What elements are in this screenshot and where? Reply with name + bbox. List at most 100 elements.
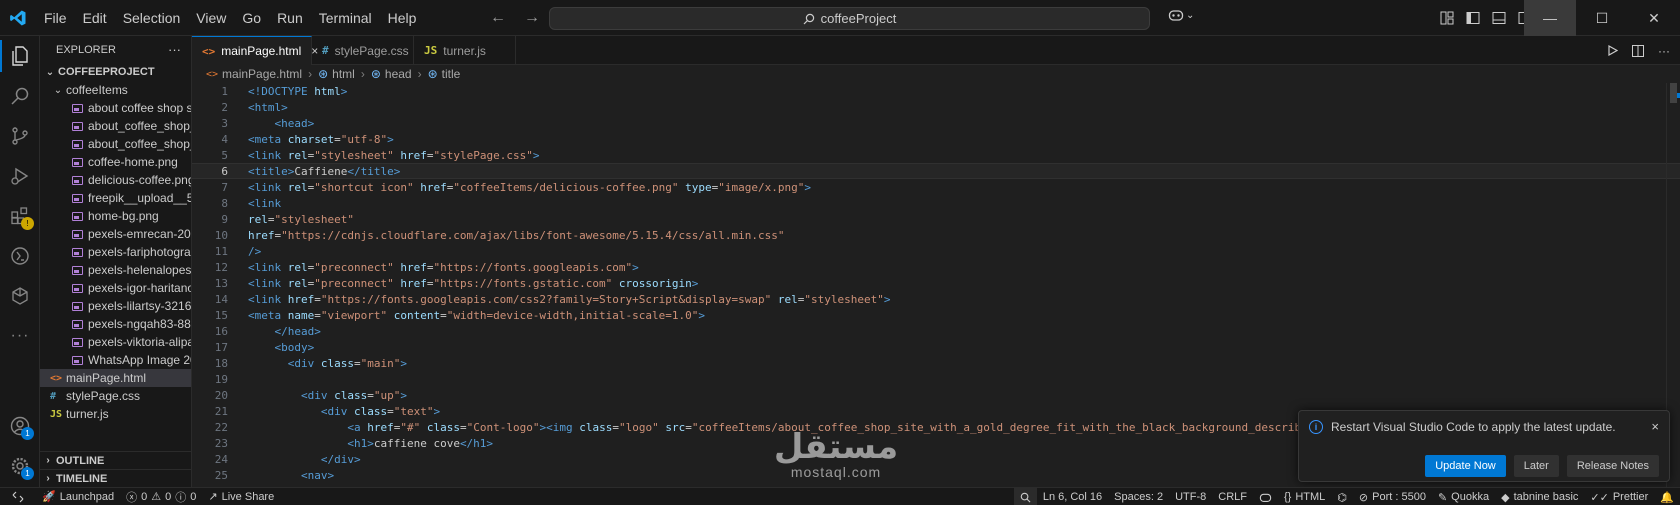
image-file-item[interactable]: pexels-ngqah83-8850... xyxy=(40,315,191,333)
cursor-position[interactable]: Ln 6, Col 16 xyxy=(1037,488,1108,505)
image-file-item[interactable]: delicious-coffee.png xyxy=(40,171,191,189)
language-mode[interactable]: {} HTML xyxy=(1278,488,1331,505)
quokka-item[interactable]: ✎ Quokka xyxy=(1432,488,1495,505)
project-section-header[interactable]: ⌄ COFFEEPROJECT xyxy=(40,63,191,81)
breadcrumb-head[interactable]: head xyxy=(385,67,412,81)
tab-0[interactable]: <> mainPage.html × xyxy=(192,36,318,65)
file-item[interactable]: JS turner.js xyxy=(40,405,191,423)
copilot-menu[interactable]: ⌄ xyxy=(1168,8,1194,22)
image-file-item[interactable]: freepik__upload__5370... xyxy=(40,189,191,207)
code-token: href xyxy=(400,276,427,290)
image-file-item[interactable]: pexels-viktoria-alipato... xyxy=(40,333,191,351)
image-file-item[interactable]: pexels-fariphotograph... xyxy=(40,243,191,261)
notifications-item[interactable]: 🔔 xyxy=(1654,488,1680,505)
breadcrumb-html[interactable]: html xyxy=(332,67,355,81)
minimize-button[interactable]: — xyxy=(1524,0,1576,36)
menu-file[interactable]: File xyxy=(36,0,75,36)
file-label: coffee-home.png xyxy=(88,155,178,169)
warning-icon: ⚠ xyxy=(151,491,162,503)
extensions-activity[interactable]: ! xyxy=(0,196,40,236)
tabnine-icon: ◆ xyxy=(1501,491,1510,504)
emmet-icon-item[interactable]: ⌬ xyxy=(1331,488,1353,505)
prettier-item[interactable]: ✓✓ Prettier xyxy=(1584,488,1654,505)
customize-layout-icon[interactable] xyxy=(1440,11,1454,25)
toggle-panel-icon[interactable] xyxy=(1492,11,1506,25)
port-label: Port : 5500 xyxy=(1372,491,1426,503)
image-file-item[interactable]: about coffee shop site... xyxy=(40,99,191,117)
menu-view[interactable]: View xyxy=(188,0,234,36)
image-file-icon xyxy=(72,283,83,293)
code-token: class xyxy=(579,420,613,434)
source-control-activity[interactable] xyxy=(0,116,40,156)
image-file-item[interactable]: home-bg.png xyxy=(40,207,191,225)
remote-explorer-activity[interactable] xyxy=(0,236,40,276)
menu-selection[interactable]: Selection xyxy=(115,0,189,36)
line-endings[interactable]: CRLF xyxy=(1212,488,1253,505)
code-token: > xyxy=(340,84,348,98)
manage-activity[interactable]: 1 xyxy=(0,446,40,486)
more-actions-icon[interactable]: ··· xyxy=(168,42,181,57)
scrollbar-thumb[interactable] xyxy=(1670,83,1677,103)
tabnine-item[interactable]: ◆ tabnine basic xyxy=(1495,488,1584,505)
run-debug-activity[interactable] xyxy=(0,156,40,196)
zoom-search-item[interactable] xyxy=(1013,488,1037,505)
emmet-icon: ⌬ xyxy=(1337,491,1347,504)
menu-go[interactable]: Go xyxy=(234,0,269,36)
later-button[interactable]: Later xyxy=(1513,455,1559,477)
menu-help[interactable]: Help xyxy=(380,0,425,36)
encoding[interactable]: UTF-8 xyxy=(1169,488,1212,505)
back-arrow-icon[interactable]: ← xyxy=(490,9,506,27)
timeline-section-header[interactable]: › TIMELINE xyxy=(40,469,191,487)
forward-arrow-icon[interactable]: → xyxy=(524,9,540,27)
release-notes-button[interactable]: Release Notes xyxy=(1566,455,1659,477)
explorer-activity[interactable] xyxy=(0,36,40,76)
tab-1[interactable]: # stylePage.css xyxy=(312,36,414,65)
image-file-item[interactable]: coffee-home.png xyxy=(40,153,191,171)
code-line: 19 xyxy=(192,371,1680,387)
more-actions-icon[interactable]: ··· xyxy=(1658,44,1670,58)
command-center-search[interactable]: coffeeProject xyxy=(549,7,1150,30)
file-item[interactable]: <> mainPage.html xyxy=(40,369,191,387)
close-window-button[interactable]: ✕ xyxy=(1628,0,1680,36)
more-activity[interactable]: ··· xyxy=(0,316,40,356)
accounts-activity[interactable]: 1 xyxy=(0,406,40,446)
image-file-item[interactable]: WhatsApp Image 202... xyxy=(40,351,191,369)
code-token: rel xyxy=(777,292,798,306)
breadcrumb-file[interactable]: mainPage.html xyxy=(222,67,302,81)
indentation[interactable]: Spaces: 2 xyxy=(1108,488,1169,505)
close-notification-icon[interactable]: × xyxy=(1651,419,1659,434)
menu-run[interactable]: Run xyxy=(269,0,311,36)
image-file-item[interactable]: pexels-helenalopes-88... xyxy=(40,261,191,279)
tab-2[interactable]: JS turner.js xyxy=(414,36,516,65)
live-share-item[interactable]: ↗ Live Share xyxy=(202,488,280,505)
copilot-status-icon[interactable] xyxy=(1253,488,1278,505)
menu-edit[interactable]: Edit xyxy=(75,0,115,36)
split-editor-icon[interactable] xyxy=(1632,44,1644,57)
remote-indicator[interactable] xyxy=(0,488,36,505)
code-text: <link href="https://fonts.googleapis.com… xyxy=(228,293,890,306)
image-file-item[interactable]: pexels-lilartsy-321656... xyxy=(40,297,191,315)
search-activity[interactable] xyxy=(0,76,40,116)
menu-terminal[interactable]: Terminal xyxy=(311,0,380,36)
update-now-button[interactable]: Update Now xyxy=(1425,455,1506,477)
file-item[interactable]: # stylePage.css xyxy=(40,387,191,405)
toggle-primary-sidebar-icon[interactable] xyxy=(1466,11,1480,25)
launchpad-item[interactable]: 🚀 Launchpad xyxy=(36,488,120,505)
breadcrumb-title[interactable]: title xyxy=(442,67,461,81)
vscode-logo-icon[interactable] xyxy=(0,0,36,36)
image-file-item[interactable]: pexels-emrecan-2079... xyxy=(40,225,191,243)
image-file-item[interactable]: about_coffee_shop_sit... xyxy=(40,135,191,153)
run-icon[interactable] xyxy=(1607,45,1618,56)
live-server-port[interactable]: ⊘ Port : 5500 xyxy=(1353,488,1432,505)
image-file-item[interactable]: about_coffee_shop_sit... xyxy=(40,117,191,135)
containers-activity[interactable] xyxy=(0,276,40,316)
code-text: <meta charset="utf-8"> xyxy=(228,133,394,146)
maximize-button[interactable]: ☐ xyxy=(1576,0,1628,36)
image-file-item[interactable]: pexels-igor-haritanovi... xyxy=(40,279,191,297)
outline-section-header[interactable]: › OUTLINE xyxy=(40,451,191,469)
problems-item[interactable]: ⓧ 0 ⚠ 0 ⓘ 0 xyxy=(120,488,202,505)
folder-coffeeitems[interactable]: ⌄ coffeeItems xyxy=(40,81,191,99)
code-text: <div class="main"> xyxy=(228,357,407,370)
